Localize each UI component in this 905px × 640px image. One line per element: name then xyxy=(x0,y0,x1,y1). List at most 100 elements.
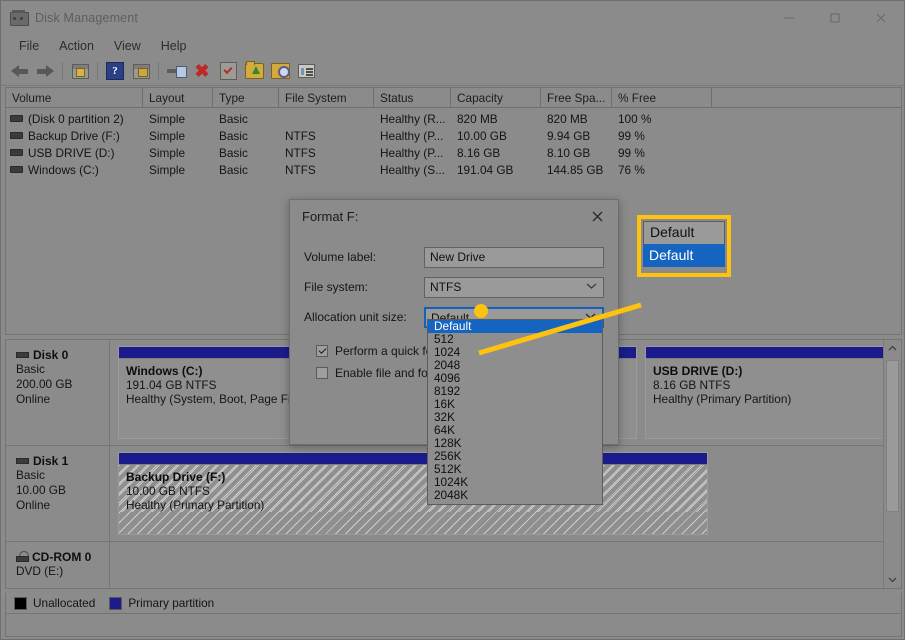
menu-item-file[interactable]: File xyxy=(9,37,49,55)
cell-volume: USB DRIVE (D:) xyxy=(6,146,143,160)
cdrom-icon xyxy=(16,551,29,563)
disk-title: CD-ROM 0 xyxy=(16,550,109,564)
scroll-down-arrow[interactable] xyxy=(884,571,901,588)
volume-icon xyxy=(10,115,23,122)
legend-label-unallocated: Unallocated xyxy=(33,596,96,610)
help-icon: ? xyxy=(106,62,124,80)
check-button[interactable] xyxy=(215,59,241,83)
scroll-up-arrow[interactable] xyxy=(884,340,901,357)
toolbar-separator xyxy=(158,62,159,80)
legend-item-unallocated: Unallocated xyxy=(14,596,95,610)
menu-item-view[interactable]: View xyxy=(104,37,151,55)
toolbar: ? ✖ xyxy=(1,57,904,86)
label-file-system: File system: xyxy=(304,280,369,294)
column-header-volume[interactable]: Volume xyxy=(6,88,143,107)
rescan-disks-button[interactable] xyxy=(163,59,189,83)
volume-icon xyxy=(10,166,23,173)
dropdown-option[interactable]: 2048K xyxy=(428,489,602,502)
column-header-file-system[interactable]: File System xyxy=(279,88,374,107)
file-system-value: NTFS xyxy=(430,279,462,294)
cell-layout: Simple xyxy=(149,145,186,160)
window-controls xyxy=(766,1,904,35)
cdrom0-partitions xyxy=(110,542,901,588)
disk-info-disk0[interactable]: Disk 0 Basic 200.00 GB Online xyxy=(6,340,110,445)
cell-capacity: 191.04 GB xyxy=(457,162,514,177)
search-folder-icon xyxy=(270,63,290,79)
table-row[interactable]: Windows (C:) Simple Basic NTFS Healthy (… xyxy=(6,161,901,178)
column-header-capacity[interactable]: Capacity xyxy=(451,88,541,107)
dropdown-option[interactable]: Default xyxy=(428,320,602,333)
disk-info-cdrom0[interactable]: CD-ROM 0 DVD (E:) xyxy=(6,542,110,588)
label-allocation-unit-size: Allocation unit size: xyxy=(304,310,407,324)
file-system-select[interactable]: NTFS xyxy=(424,276,604,298)
column-header-percent-free[interactable]: % Free xyxy=(612,88,712,107)
cell-volume: (Disk 0 partition 2) xyxy=(6,112,143,126)
disk-size: 10.00 GB xyxy=(16,483,66,497)
folder-up-icon xyxy=(244,61,264,79)
column-header-status[interactable]: Status xyxy=(374,88,451,107)
back-icon xyxy=(10,64,28,78)
allocation-unit-size-dropdown-list[interactable]: Default 512 1024 2048 4096 8192 16K 32K … xyxy=(427,319,603,505)
volume-label-input[interactable]: New Drive xyxy=(424,246,604,268)
disk-info-disk1[interactable]: Disk 1 Basic 10.00 GB Online xyxy=(6,446,110,541)
disk-state: Online xyxy=(16,498,51,512)
show-hide-console-tree-icon xyxy=(71,63,89,79)
partition-status: Healthy (Primary Partition) xyxy=(653,392,792,406)
partition-usb-drive-d[interactable]: USB DRIVE (D:) 8.16 GB NTFS Healthy (Pri… xyxy=(645,346,895,439)
callout-zoom-box: Default Default xyxy=(637,215,731,277)
back-button[interactable] xyxy=(6,59,32,83)
disk-management-app: Disk Management File Action View Help ? … xyxy=(0,0,905,640)
table-row[interactable]: Backup Drive (F:) Simple Basic NTFS Heal… xyxy=(6,127,901,144)
up-one-level-button[interactable] xyxy=(241,59,267,83)
legend-label-primary-partition: Primary partition xyxy=(128,596,215,610)
disk-state: Online xyxy=(16,392,51,406)
cell-capacity: 10.00 GB xyxy=(457,128,507,143)
field-row-file-system: File system: NTFS xyxy=(304,272,604,302)
forward-button[interactable] xyxy=(32,59,58,83)
vertical-scrollbar[interactable] xyxy=(883,340,901,588)
cell-status: Healthy (S... xyxy=(380,162,445,177)
table-row[interactable]: (Disk 0 partition 2) Simple Basic Health… xyxy=(6,110,901,127)
close-button[interactable] xyxy=(858,1,904,35)
cell-capacity: 820 MB xyxy=(457,111,498,126)
cell-percent-free: 100 % xyxy=(618,111,652,126)
maximize-button[interactable] xyxy=(812,1,858,35)
dialog-title-bar: Format F: xyxy=(290,200,618,232)
show-hide-console-tree-button[interactable] xyxy=(67,59,93,83)
column-header-free-space[interactable]: Free Spa... xyxy=(541,88,612,107)
cell-capacity: 8.16 GB xyxy=(457,145,501,160)
disk-title: Disk 1 xyxy=(16,454,109,468)
disk-title: Disk 0 xyxy=(16,348,109,362)
cell-file-system: NTFS xyxy=(285,145,316,160)
quick-format-checkbox[interactable] xyxy=(316,345,328,357)
disk-row-cdrom0[interactable]: CD-ROM 0 DVD (E:) xyxy=(6,542,901,588)
main-window: Disk Management File Action View Help ? … xyxy=(0,0,905,640)
menu-item-action[interactable]: Action xyxy=(49,37,104,55)
dialog-close-button[interactable] xyxy=(576,201,618,231)
cell-status: Healthy (R... xyxy=(380,111,446,126)
chevron-down-icon xyxy=(586,278,597,297)
column-header-type[interactable]: Type xyxy=(213,88,279,107)
check-icon xyxy=(219,62,237,80)
search-button[interactable] xyxy=(267,59,293,83)
disk-size: 200.00 GB xyxy=(16,377,73,391)
window-title: Disk Management xyxy=(35,11,138,25)
scrollbar-thumb[interactable] xyxy=(886,360,899,512)
column-header-layout[interactable]: Layout xyxy=(143,88,213,107)
table-row[interactable]: USB DRIVE (D:) Simple Basic NTFS Healthy… xyxy=(6,144,901,161)
partition-backup-drive-f[interactable]: Backup Drive (F:) 10.00 GB NTFS Healthy … xyxy=(118,452,708,535)
minimize-button[interactable] xyxy=(766,1,812,35)
cell-status: Healthy (P... xyxy=(380,128,444,143)
status-bar xyxy=(5,613,902,637)
list-view-icon xyxy=(297,64,315,78)
cell-type: Basic xyxy=(219,111,248,126)
menu-item-help[interactable]: Help xyxy=(151,37,197,55)
enable-compression-checkbox[interactable] xyxy=(316,367,328,379)
help-button[interactable]: ? xyxy=(102,59,128,83)
list-view-button[interactable] xyxy=(293,59,319,83)
dialog-title: Format F: xyxy=(302,208,359,224)
disk-icon xyxy=(16,458,29,464)
delete-button[interactable]: ✖ xyxy=(189,59,215,83)
properties-button[interactable] xyxy=(128,59,154,83)
callout-line-1: Default xyxy=(643,221,725,244)
